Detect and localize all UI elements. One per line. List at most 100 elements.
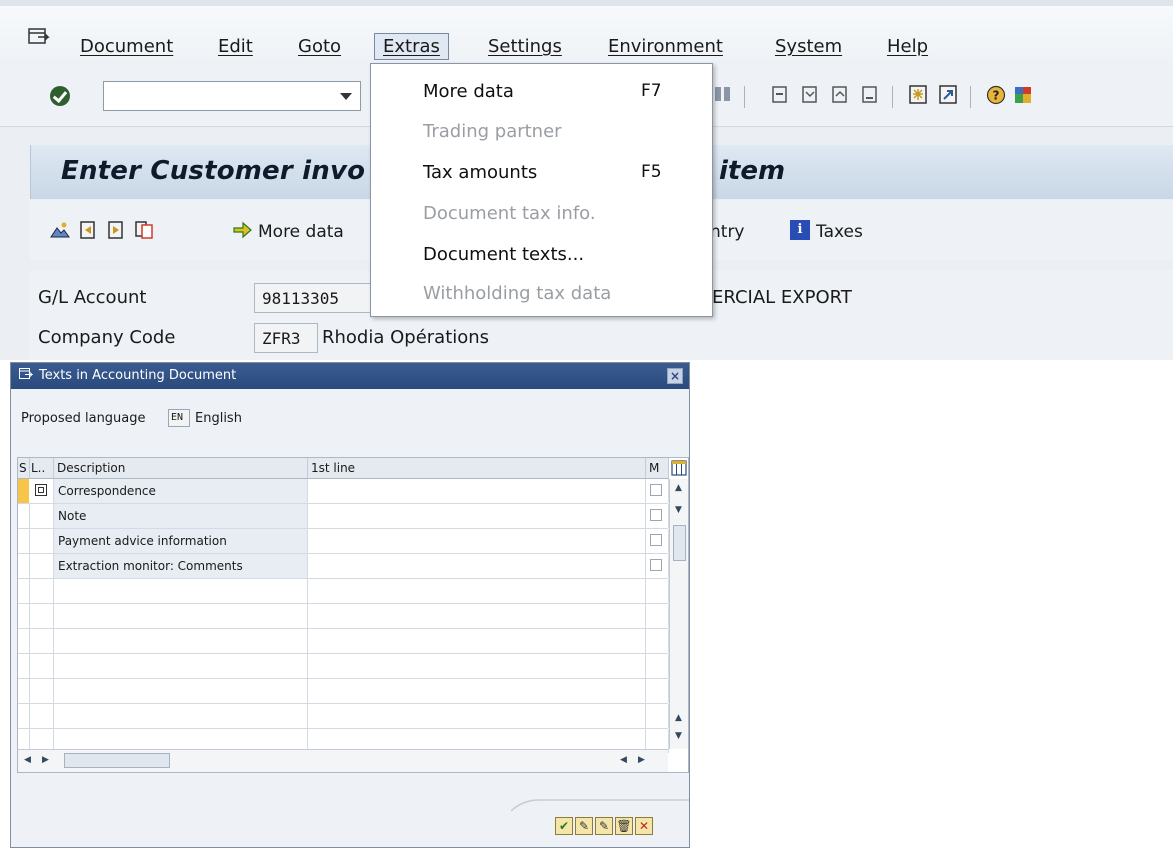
- company-code-description: Rhodia Opérations: [322, 327, 490, 348]
- next-page-icon[interactable]: [830, 84, 850, 106]
- menu-goto[interactable]: Goto: [298, 36, 341, 57]
- table-row[interactable]: [18, 679, 669, 704]
- extras-tax-amounts[interactable]: Tax amounts: [423, 162, 537, 183]
- language-code-field[interactable]: EN: [168, 409, 190, 427]
- customize-layout-icon[interactable]: [1013, 84, 1033, 106]
- column-header-description[interactable]: Description: [54, 458, 308, 479]
- help-icon[interactable]: ?: [986, 84, 1006, 106]
- table-row[interactable]: Correspondence: [18, 479, 669, 504]
- company-code-field[interactable]: ZFR3: [254, 323, 318, 353]
- texts-table: S L.. Description 1st line M Corresponde…: [17, 457, 689, 773]
- more-checkbox[interactable]: [650, 484, 662, 496]
- scroll-up-icon[interactable]: ▲: [675, 713, 682, 723]
- table-row[interactable]: [18, 579, 669, 604]
- row-selector: [18, 579, 30, 603]
- shortcut-icon[interactable]: [938, 84, 958, 106]
- more-checkbox[interactable]: [650, 534, 662, 546]
- table-row[interactable]: Payment advice information: [18, 529, 669, 554]
- first-line-cell[interactable]: [308, 554, 646, 578]
- scroll-left-icon[interactable]: ◀: [24, 755, 31, 765]
- menu-document[interactable]: Document: [80, 36, 173, 57]
- cancel-button[interactable]: ✕: [635, 817, 653, 835]
- table-row[interactable]: Note: [18, 504, 669, 529]
- column-header-l[interactable]: L..: [30, 458, 54, 479]
- table-row[interactable]: [18, 629, 669, 654]
- copy-icon[interactable]: [134, 220, 154, 240]
- horizontal-scroll-thumb[interactable]: [64, 753, 170, 768]
- description-cell: [54, 579, 308, 603]
- svg-text:?: ?: [993, 89, 1000, 103]
- table-row[interactable]: [18, 604, 669, 629]
- close-icon[interactable]: ×: [667, 368, 683, 384]
- gl-account-field[interactable]: 98113305: [254, 283, 372, 313]
- first-line-cell[interactable]: [308, 679, 646, 703]
- arrow-right-icon[interactable]: [232, 220, 252, 240]
- extras-trading-partner: Trading partner: [423, 121, 562, 142]
- last-page-icon[interactable]: [860, 84, 880, 106]
- first-line-cell[interactable]: [308, 529, 646, 553]
- first-line-cell[interactable]: [308, 479, 646, 503]
- first-line-cell[interactable]: [308, 654, 646, 678]
- vertical-scrollbar[interactable]: ▲ ▼ ▲ ▼: [669, 479, 688, 749]
- scroll-right-icon[interactable]: ▶: [638, 755, 645, 765]
- table-row[interactable]: Extraction monitor: Comments: [18, 554, 669, 579]
- column-header-m[interactable]: M: [646, 458, 669, 479]
- menu-settings[interactable]: Settings: [488, 36, 562, 57]
- language-cell: [30, 504, 54, 528]
- table-row[interactable]: [18, 654, 669, 679]
- scroll-down-icon[interactable]: ▼: [675, 505, 682, 515]
- first-line-cell[interactable]: [308, 629, 646, 653]
- enter-check-icon[interactable]: [50, 86, 70, 106]
- row-selector: [18, 554, 30, 578]
- more-cell: [646, 579, 669, 603]
- create-session-icon[interactable]: [908, 84, 928, 106]
- scroll-left-icon[interactable]: ◀: [620, 755, 627, 765]
- menu-system[interactable]: System: [775, 36, 842, 57]
- menu-environment[interactable]: Environment: [608, 36, 723, 57]
- extras-more-data[interactable]: More data: [423, 81, 514, 102]
- menu-help[interactable]: Help: [887, 36, 928, 57]
- first-line-cell[interactable]: [308, 504, 646, 528]
- find-next-icon[interactable]: [713, 84, 733, 106]
- previous-item-icon[interactable]: [78, 220, 98, 240]
- language-cell: [30, 654, 54, 678]
- previous-page-icon[interactable]: [800, 84, 820, 106]
- confirm-button[interactable]: ✔: [555, 817, 573, 835]
- scroll-up-icon[interactable]: ▲: [675, 483, 682, 493]
- column-header-s[interactable]: S: [18, 458, 30, 479]
- window-icon: [19, 368, 33, 379]
- info-icon[interactable]: i: [790, 220, 810, 240]
- next-item-icon[interactable]: [106, 220, 126, 240]
- first-line-cell[interactable]: [308, 604, 646, 628]
- menu-edit[interactable]: Edit: [218, 36, 253, 57]
- more-data-button[interactable]: More data: [258, 222, 344, 242]
- first-line-cell[interactable]: [308, 579, 646, 603]
- first-page-icon[interactable]: [770, 84, 790, 106]
- dropdown-arrow-icon[interactable]: [340, 93, 352, 100]
- horizontal-scrollbar[interactable]: ◀ ▶ ◀ ▶: [18, 749, 668, 772]
- language-cell: [30, 679, 54, 703]
- more-checkbox[interactable]: [650, 559, 662, 571]
- command-field[interactable]: [103, 81, 361, 111]
- menu-extras[interactable]: Extras: [374, 33, 449, 60]
- edit-text-button[interactable]: ✎: [595, 817, 613, 835]
- delete-button[interactable]: 🗑: [615, 817, 633, 835]
- taxes-button[interactable]: Taxes: [816, 222, 863, 242]
- scroll-down-icon[interactable]: ▼: [675, 731, 682, 741]
- extras-document-texts[interactable]: Document texts...: [423, 244, 584, 265]
- vertical-scroll-thumb[interactable]: [673, 525, 686, 561]
- more-checkbox[interactable]: [650, 509, 662, 521]
- entry-button[interactable]: ntry: [710, 222, 745, 242]
- language-cell: [30, 704, 54, 728]
- scroll-right-icon[interactable]: ▶: [42, 755, 49, 765]
- edit-button[interactable]: ✎: [575, 817, 593, 835]
- column-header-first-line[interactable]: 1st line: [308, 458, 646, 479]
- mountain-icon[interactable]: [50, 220, 70, 240]
- table-row[interactable]: [18, 704, 669, 729]
- description-cell: Correspondence: [54, 479, 308, 503]
- text-object-icon[interactable]: [35, 484, 47, 496]
- table-settings-icon[interactable]: [671, 460, 687, 476]
- dialog-title-bar[interactable]: Texts in Accounting Document ×: [11, 363, 689, 389]
- first-line-cell[interactable]: [308, 704, 646, 728]
- menu-window-icon[interactable]: [28, 28, 50, 46]
